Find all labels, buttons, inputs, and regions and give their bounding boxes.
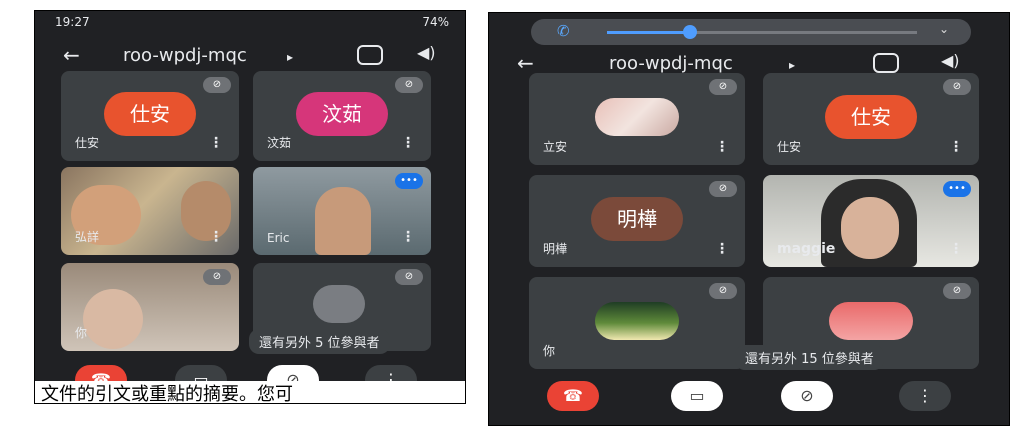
participant-name: 立安 [543, 140, 568, 154]
more-options-icon[interactable]: ⋮ [209, 229, 223, 245]
speaker-icon[interactable]: ◀) [417, 43, 436, 62]
more-options-button[interactable]: ⋮ [899, 381, 951, 411]
mic-muted-icon: ⊘ [203, 77, 231, 93]
more-options-icon[interactable]: ⋮ [401, 229, 415, 245]
camera-off-button[interactable]: ▭ [671, 381, 723, 411]
more-options-icon[interactable]: ⋮ [949, 139, 963, 155]
mic-muted-icon: ⊘ [395, 269, 423, 285]
participant-tile[interactable]: ••• maggie ⋮ [763, 175, 979, 267]
video-feed [181, 181, 231, 241]
person-icon [313, 285, 365, 323]
mic-muted-icon: ⊘ [709, 181, 737, 197]
avatar: 汶茹 [296, 92, 388, 137]
participant-tile[interactable]: ⊘ 仕安 仕安 ⋮ [763, 73, 979, 165]
avatar: 明樺 [591, 197, 683, 242]
participant-tile[interactable]: ⊘ 明樺 明樺 ⋮ [529, 175, 745, 267]
participant-name: 仕安 [777, 140, 802, 154]
participant-tile[interactable]: ••• Eric ⋮ [253, 167, 431, 255]
mic-muted-icon: ⊘ [709, 283, 737, 299]
speaking-indicator-icon: ••• [395, 173, 423, 189]
mic-muted-icon: ⊘ [395, 77, 423, 93]
avatar: 仕安 [104, 92, 196, 137]
other-participants-label[interactable]: 還有另外 15 位參與者 [735, 345, 884, 370]
volume-fill [607, 31, 689, 34]
end-call-button[interactable]: ☎ [547, 381, 599, 411]
participant-tile[interactable]: 弘詳 ⋮ [61, 167, 239, 255]
volume-knob[interactable] [683, 25, 697, 39]
participant-tile[interactable]: ⊘ 立安 ⋮ [529, 73, 745, 165]
participant-name: 明樺 [543, 242, 568, 256]
avatar-photo [595, 98, 679, 137]
participant-tile[interactable]: ⊘ 仕安 仕安 ⋮ [61, 71, 239, 161]
video-feed [83, 289, 143, 349]
left-meet-screenshot: 19:27 74% ← roo-wpdj-mqc ▸ ◀) ⊘ 仕安 仕安 ⋮ … [34, 10, 466, 404]
more-options-icon[interactable]: ⋮ [401, 135, 415, 151]
participant-name: 你 [543, 344, 556, 358]
phone-icon: ✆ [557, 22, 570, 40]
avatar: 仕安 [825, 95, 917, 140]
status-time: 19:27 [55, 15, 90, 29]
meeting-code[interactable]: roo-wpdj-mqc [123, 45, 247, 66]
speaking-indicator-icon: ••• [943, 181, 971, 197]
avatar-photo [595, 302, 679, 341]
meeting-header: ← roo-wpdj-mqc ▸ ◀) [35, 37, 465, 73]
participant-name: 汶茹 [267, 136, 292, 150]
video-feed-face [841, 197, 899, 259]
document-caption-text: 文件的引文或重點的摘要。您可 [35, 381, 465, 403]
more-options-icon[interactable]: ⋮ [209, 135, 223, 151]
more-options-icon[interactable]: ⋮ [715, 139, 729, 155]
mic-muted-icon: ⊘ [943, 283, 971, 299]
self-view-tile[interactable]: ⊘ 你 [61, 263, 239, 351]
chevron-down-icon[interactable]: ⌄ [939, 22, 949, 36]
caret-right-icon[interactable]: ▸ [287, 50, 293, 64]
mic-toggle-button[interactable]: ⊘ [781, 381, 833, 411]
speaker-icon[interactable]: ◀) [941, 51, 960, 70]
switch-camera-icon[interactable] [873, 53, 899, 73]
volume-slider[interactable]: ✆ ⌄ [531, 19, 971, 45]
participant-name: 你 [75, 326, 88, 340]
video-feed [315, 187, 371, 255]
switch-camera-icon[interactable] [357, 45, 383, 65]
more-options-icon[interactable]: ⋮ [715, 241, 729, 257]
mic-muted-icon: ⊘ [203, 269, 231, 285]
self-view-tile[interactable]: ⊘ 你 [529, 277, 745, 369]
participant-name: Eric [267, 231, 290, 245]
participant-name: 仕安 [75, 136, 100, 150]
participant-name: maggie [777, 241, 836, 257]
mic-muted-icon: ⊘ [709, 79, 737, 95]
mic-muted-icon: ⊘ [943, 79, 971, 95]
caret-right-icon[interactable]: ▸ [789, 58, 795, 72]
right-meet-screenshot: ✆ ⌄ ← roo-wpdj-mqc ▸ ◀) ⊘ 立安 ⋮ ⊘ 仕安 仕安 ⋮… [488, 12, 1010, 426]
status-bar: 19:27 74% [35, 11, 465, 33]
other-participants-label[interactable]: 還有另外 5 位參與者 [249, 329, 390, 354]
back-arrow-icon[interactable]: ← [517, 51, 534, 75]
avatar-photo [829, 302, 913, 341]
meeting-code[interactable]: roo-wpdj-mqc [609, 53, 733, 74]
more-options-icon[interactable]: ⋮ [949, 241, 963, 257]
participant-tile[interactable]: ⊘ 汶茹 汶茹 ⋮ [253, 71, 431, 161]
participant-name: 弘詳 [75, 230, 100, 244]
battery-level: 74% [422, 15, 449, 29]
back-arrow-icon[interactable]: ← [63, 43, 80, 67]
